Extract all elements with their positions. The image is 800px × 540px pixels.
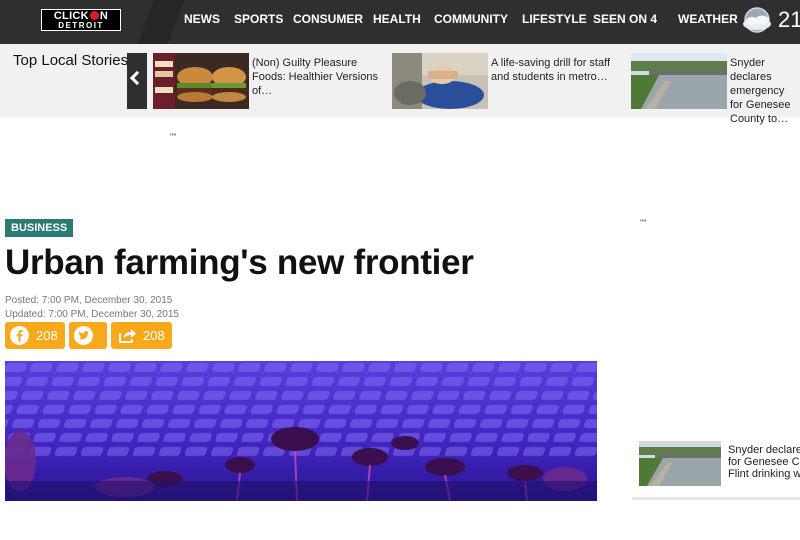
- nav-sports[interactable]: SPORTS: [234, 12, 283, 26]
- logo-o-icon: [89, 11, 99, 20]
- story-link-3[interactable]: Snyder declares emergency for Genesee Co…: [730, 56, 800, 126]
- top-local-stories: Top Local Stories (Non) Guilty Pleasure …: [0, 44, 800, 125]
- story-thumbnail-cpr[interactable]: [392, 53, 488, 109]
- site-header: CLICK N DETROIT NEWS SPORTS CONSUMER HEAL…: [0, 0, 800, 44]
- sidebar-story-line-1: Snyder declares: [728, 444, 800, 456]
- facebook-share-button[interactable]: 208: [5, 322, 65, 349]
- cloud-moon-icon[interactable]: [741, 6, 773, 36]
- updated-date: Updated: 7:00 PM, December 30, 2015: [5, 309, 179, 320]
- facebook-share-count: 208: [36, 328, 58, 343]
- cpr-drill-photo: [392, 53, 488, 109]
- story-link-2[interactable]: A life-saving drill for staff and studen…: [491, 56, 631, 84]
- category-tag[interactable]: BUSINESS: [5, 219, 74, 237]
- posted-date: Posted: 7:00 PM, December 30, 2015: [5, 295, 173, 306]
- share-arrow-icon: [119, 329, 136, 343]
- sidebar-divider: [632, 497, 800, 500]
- nav-seen-on-4[interactable]: SEEN ON 4: [593, 12, 657, 26]
- top-stories-title: Top Local Stories: [13, 52, 129, 69]
- sidebar-story-link[interactable]: Snyder declares for Genesee Co Flint dri…: [728, 444, 800, 480]
- sidebar-story-thumbnail[interactable]: [639, 441, 721, 486]
- nav-health[interactable]: HEALTH: [373, 12, 421, 26]
- ad-placeholder-side: "": [640, 218, 647, 228]
- story-thumbnail-burgers[interactable]: [153, 53, 249, 109]
- nav-news[interactable]: NEWS: [184, 12, 220, 26]
- burgers-photo: [153, 53, 249, 109]
- nav-community[interactable]: COMMUNITY: [434, 12, 508, 26]
- twitter-icon: [74, 326, 93, 345]
- total-share-count: 208: [143, 328, 165, 343]
- current-temperature[interactable]: 21: [778, 6, 800, 34]
- article-hero-image[interactable]: [5, 361, 597, 501]
- nav-lifestyle[interactable]: LIFESTYLE: [522, 12, 587, 26]
- ad-placeholder-top: "": [170, 132, 177, 142]
- carousel-prev-button[interactable]: [127, 53, 147, 109]
- story-link-1[interactable]: (Non) Guilty Pleasure Foods: Healthier V…: [252, 56, 392, 98]
- story-thumbnail-river[interactable]: [631, 53, 727, 109]
- chevron-left-icon: [129, 70, 145, 86]
- microgreens-under-purple-light: [5, 361, 597, 501]
- sidebar-story-line-3: Flint drinking w: [728, 468, 800, 480]
- twitter-share-button[interactable]: [69, 322, 107, 349]
- nav-weather[interactable]: WEATHER: [678, 12, 738, 26]
- article-headline: Urban farming's new frontier: [5, 243, 474, 282]
- header-divider: [137, 0, 185, 44]
- sidebar-story-line-2: for Genesee Co: [728, 456, 800, 468]
- river-dam-photo: [631, 53, 727, 109]
- facebook-icon: [10, 326, 29, 345]
- logo-subtext: DETROIT: [58, 21, 104, 30]
- river-dam-photo: [639, 441, 721, 486]
- nav-consumer[interactable]: CONSUMER: [293, 12, 363, 26]
- share-button[interactable]: 208: [111, 322, 172, 349]
- clickondetroit-logo[interactable]: CLICK N DETROIT: [41, 9, 121, 31]
